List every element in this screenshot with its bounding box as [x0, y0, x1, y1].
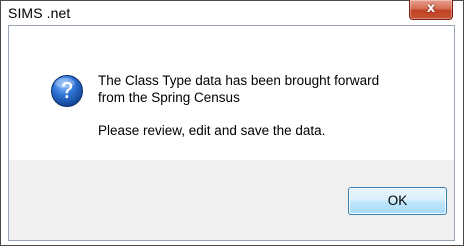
question-icon — [51, 75, 83, 107]
title-bar[interactable]: SIMS .net x — [1, 0, 463, 25]
close-button[interactable]: x — [409, 0, 453, 20]
ok-button[interactable]: OK — [348, 187, 447, 215]
message-line-1: The Class Type data has been brought for… — [98, 73, 380, 88]
close-icon: x — [426, 1, 436, 16]
message-area: The Class Type data has been brought for… — [9, 26, 454, 160]
message-line-2: from the Spring Census — [98, 90, 240, 105]
message-line-3: Please review, edit and save the data. — [98, 123, 326, 138]
dialog-body: The Class Type data has been brought for… — [8, 25, 455, 241]
message-dialog: SIMS .net x The Class Type data has been… — [0, 0, 464, 246]
button-bar: OK — [9, 160, 454, 240]
window-title: SIMS .net — [8, 5, 71, 21]
